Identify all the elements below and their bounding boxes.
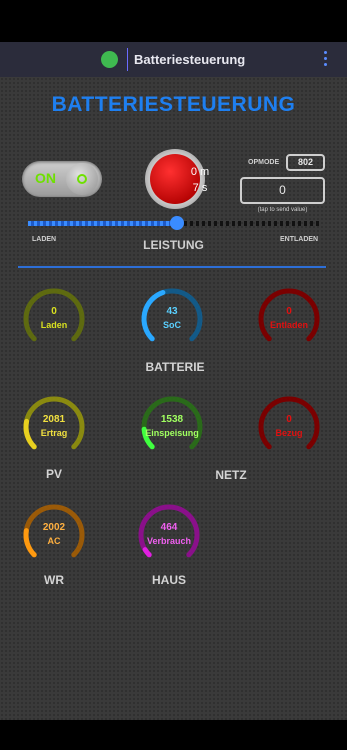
gauge-entladen: 0 Entladen	[257, 287, 321, 351]
gauge-bezug: 0 Bezug	[257, 395, 321, 459]
divider	[127, 48, 128, 71]
page-title: BATTERIESTEUERUNG	[51, 93, 296, 116]
gauge-value-arc	[142, 547, 152, 558]
section-divider	[18, 266, 326, 268]
gauge-ertrag: 2081 Ertrag	[22, 395, 86, 459]
gauge-value: 43	[166, 306, 178, 317]
timer-minutes: 0 m	[190, 166, 210, 178]
power-toggle[interactable]: ON	[22, 161, 102, 197]
slider-right-label: ENTLADEN	[280, 236, 319, 243]
gauge-label: Verbrauch	[146, 536, 192, 546]
gauge-value: 0	[286, 414, 292, 425]
send-hint: (tap to send value)	[257, 207, 308, 213]
gauge-label: Bezug	[275, 428, 303, 438]
toggle-label: ON	[35, 170, 56, 186]
gauge-label: Entladen	[269, 320, 308, 330]
gauge-value: 464	[160, 522, 178, 533]
gauge-ac: 2002 AC	[22, 503, 86, 567]
gauge-verbrauch: 464 Verbrauch	[137, 503, 201, 567]
gauge-soc: 43 SoC	[140, 287, 204, 351]
opmode-label: OPMODE	[248, 159, 280, 166]
section-label-haus: HAUS	[151, 573, 186, 587]
gauge-value: 2081	[42, 414, 66, 425]
gauge-value: 0	[51, 306, 57, 317]
section-label-netz: NETZ	[215, 468, 247, 482]
timer-indicator: 0 m 7 s	[145, 149, 209, 209]
opmode-value: 802	[286, 154, 325, 171]
section-label-wr: WR	[44, 573, 64, 587]
led-icon	[77, 174, 87, 184]
timer-seconds: 7 s	[192, 182, 208, 194]
app-title: Batteriesteuerung	[134, 52, 246, 67]
more-options-icon[interactable]	[320, 51, 330, 69]
gauge-label: Laden	[40, 320, 68, 330]
power-slider-thumb[interactable]	[169, 216, 184, 230]
gauge-label: Einspeisung	[145, 428, 199, 438]
status-bar	[0, 0, 347, 42]
gauge-laden: 0 Laden	[22, 287, 86, 351]
gauge-label: SoC	[163, 320, 181, 330]
app-bar: Batteriesteuerung	[0, 42, 347, 77]
gauge-value: 0	[286, 306, 292, 317]
send-value-field[interactable]: 0	[240, 177, 325, 204]
gauge-einspeisung: 1538 Einspeisung	[140, 395, 204, 459]
gauge-value: 1538	[160, 414, 184, 425]
gauge-label: Ertrag	[40, 428, 68, 438]
gauge-label: AC	[47, 536, 61, 546]
navigation-bar	[0, 720, 347, 750]
section-label-batterie: BATTERIE	[145, 360, 205, 374]
toggle-knob	[66, 163, 98, 195]
connection-status-icon	[101, 51, 118, 68]
power-slider-fill	[28, 221, 177, 226]
section-label-pv: PV	[45, 467, 62, 481]
gauge-value: 2002	[42, 522, 66, 533]
